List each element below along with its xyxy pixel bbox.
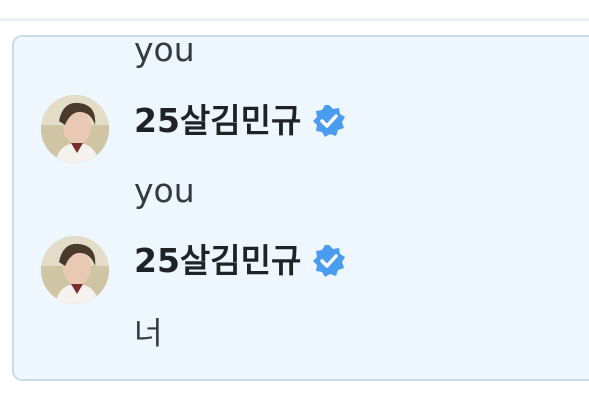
username[interactable]: 25살김민규 — [134, 239, 301, 283]
message-header: 25살김민규 — [134, 239, 347, 283]
avatar-image — [41, 95, 109, 163]
page: you 25살김민규 you 25살김민규 너 — [0, 0, 589, 405]
avatar[interactable] — [41, 236, 109, 304]
username[interactable]: 25살김민규 — [134, 99, 301, 143]
divider — [0, 18, 589, 21]
message-text: you — [134, 171, 195, 210]
message-header: 25살김민규 — [134, 99, 347, 143]
avatar-image — [41, 236, 109, 304]
verified-check-icon — [311, 243, 347, 279]
previous-message-text: you — [134, 35, 195, 69]
verified-check-icon — [311, 103, 347, 139]
message-thread-card: you 25살김민규 you 25살김민규 너 — [12, 35, 589, 381]
message-text: 너 — [134, 316, 163, 352]
avatar[interactable] — [41, 95, 109, 163]
